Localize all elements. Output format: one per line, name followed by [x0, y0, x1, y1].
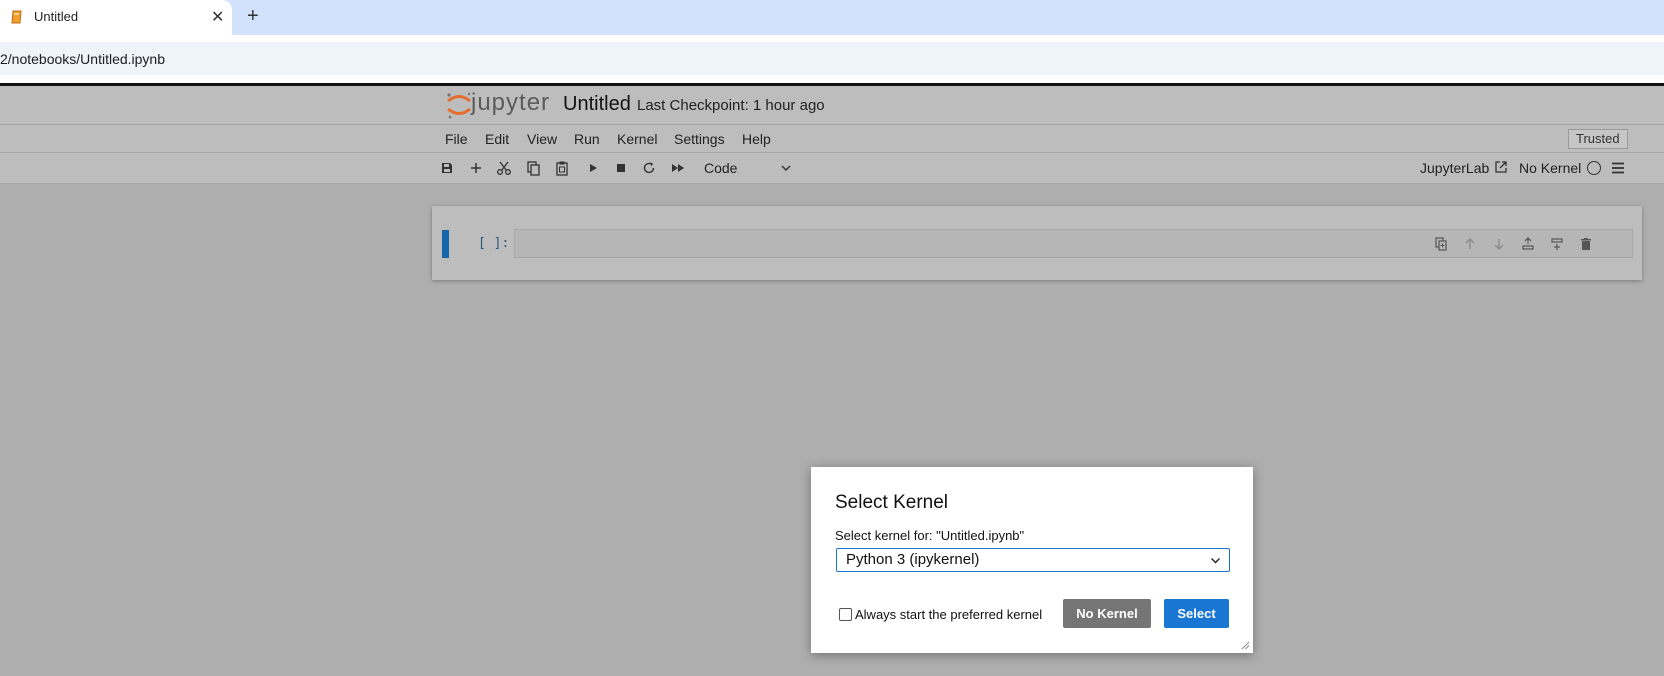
menu-icon[interactable] — [1611, 161, 1625, 175]
resize-grip-icon[interactable] — [1240, 640, 1250, 650]
cell-editor[interactable] — [514, 229, 1633, 258]
kernel-select[interactable]: Python 3 (ipykernel) — [836, 548, 1230, 572]
external-link-icon[interactable] — [1494, 160, 1508, 174]
notebook-toolbar: Code JupyterLab No Kernel — [0, 153, 1664, 184]
menu-bar: File Edit View Run Kernel Settings Help … — [0, 125, 1664, 153]
select-button[interactable]: Select — [1164, 599, 1229, 628]
move-down-icon[interactable] — [1492, 237, 1506, 251]
notebook-favicon-icon — [11, 10, 22, 24]
menu-file[interactable]: File — [445, 131, 468, 147]
kernel-select-value[interactable]: Python 3 (ipykernel) — [846, 551, 979, 568]
cut-icon[interactable] — [496, 160, 512, 176]
chevron-down-icon[interactable] — [1210, 555, 1221, 566]
chevron-down-icon[interactable] — [780, 162, 792, 174]
dialog-label: Select kernel for: "Untitled.ipynb" — [835, 528, 1025, 543]
select-kernel-dialog: Select Kernel Select kernel for: "Untitl… — [811, 467, 1253, 653]
restart-icon[interactable] — [641, 160, 657, 176]
delete-cell-icon[interactable] — [1579, 237, 1593, 251]
menu-run[interactable]: Run — [574, 131, 600, 147]
run-icon[interactable] — [585, 160, 601, 176]
tab-close-icon[interactable]: ✕ — [211, 7, 224, 27]
insert-below-icon[interactable] — [1550, 237, 1564, 251]
app-header: jupyter Untitled Last Checkpoint: 1 hour… — [0, 86, 1664, 125]
browser-tabstrip: Untitled ✕ + — [0, 0, 1664, 35]
new-tab-button[interactable]: + — [247, 5, 259, 28]
copy-icon[interactable] — [525, 160, 541, 176]
menu-view[interactable]: View — [527, 131, 557, 147]
preferred-kernel-label[interactable]: Always start the preferred kernel — [855, 607, 1042, 622]
menu-settings[interactable]: Settings — [674, 131, 725, 147]
kernel-name[interactable]: No Kernel — [1519, 160, 1581, 176]
paste-icon[interactable] — [554, 160, 570, 176]
url-field[interactable] — [0, 42, 1664, 75]
kernel-status-icon — [1587, 161, 1601, 175]
menu-edit[interactable]: Edit — [485, 131, 509, 147]
no-kernel-button[interactable]: No Kernel — [1063, 599, 1151, 628]
cell-prompt: [ ]: — [478, 236, 510, 251]
trusted-badge[interactable]: Trusted — [1568, 129, 1628, 149]
cell-type-select[interactable]: Code — [704, 160, 737, 176]
save-icon[interactable] — [439, 160, 455, 176]
cell-collapser[interactable] — [442, 230, 449, 258]
stop-icon[interactable] — [613, 160, 629, 176]
menu-help[interactable]: Help — [742, 131, 771, 147]
move-up-icon[interactable] — [1463, 237, 1477, 251]
duplicate-cell-icon[interactable] — [1434, 237, 1448, 251]
jupyterlab-link[interactable]: JupyterLab — [1420, 160, 1489, 176]
insert-above-icon[interactable] — [1521, 237, 1535, 251]
preferred-kernel-checkbox[interactable] — [839, 608, 852, 621]
fast-forward-icon[interactable] — [670, 160, 686, 176]
browser-tab[interactable]: Untitled ✕ — [0, 0, 232, 35]
menu-kernel[interactable]: Kernel — [617, 131, 657, 147]
add-cell-icon[interactable] — [468, 160, 484, 176]
dialog-title: Select Kernel — [835, 492, 949, 513]
jupyter-logo-icon — [447, 92, 471, 119]
url-text[interactable]: 2/notebooks/Untitled.ipynb — [0, 51, 165, 67]
jupyter-logo-text: jupyter — [471, 89, 551, 116]
notebook-cell[interactable]: [ ]: — [432, 206, 1642, 280]
tab-title: Untitled — [34, 9, 79, 24]
notebook-title[interactable]: Untitled — [563, 93, 631, 116]
address-bar: 2/notebooks/Untitled.ipynb — [0, 35, 1664, 83]
checkpoint-status: Last Checkpoint: 1 hour ago — [637, 97, 825, 114]
